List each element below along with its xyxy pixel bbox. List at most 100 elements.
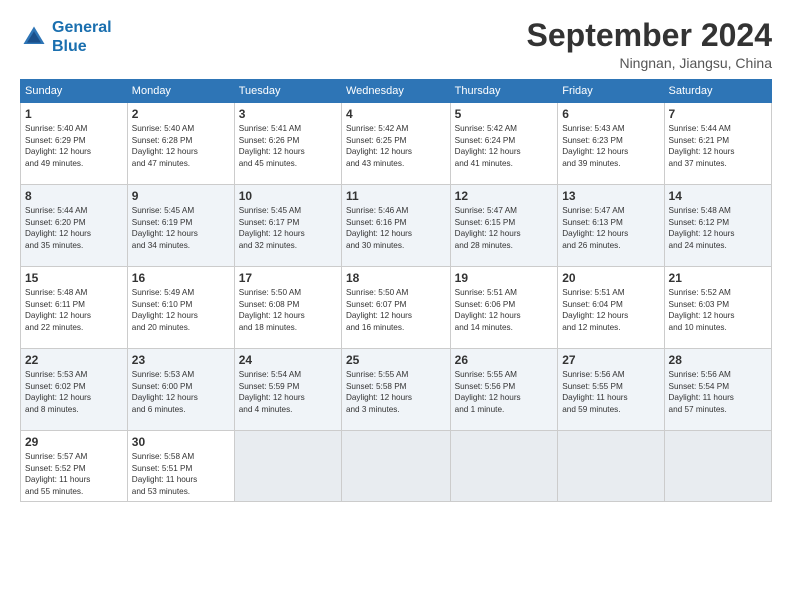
- day-info: Sunrise: 5:40 AMSunset: 6:28 PMDaylight:…: [132, 123, 230, 169]
- location: Ningnan, Jiangsu, China: [527, 55, 772, 71]
- table-row: [664, 431, 771, 502]
- day-info: Sunrise: 5:58 AMSunset: 5:51 PMDaylight:…: [132, 451, 230, 497]
- day-info: Sunrise: 5:53 AMSunset: 6:00 PMDaylight:…: [132, 369, 230, 415]
- logo: General Blue: [20, 18, 112, 56]
- table-row: 11 Sunrise: 5:46 AMSunset: 6:16 PMDayligh…: [341, 185, 450, 267]
- table-row: 17Sunrise: 5:50 AMSunset: 6:08 PMDayligh…: [234, 267, 341, 349]
- day-info: Sunrise: 5:46 AMSunset: 6:16 PMDaylight:…: [346, 205, 446, 251]
- day-info: Sunrise: 5:53 AMSunset: 6:02 PMDaylight:…: [25, 369, 123, 415]
- day-number: 6: [562, 107, 659, 121]
- col-sunday: Sunday: [21, 80, 128, 103]
- day-info: Sunrise: 5:47 AMSunset: 6:13 PMDaylight:…: [562, 205, 659, 251]
- calendar-header-row: Sunday Monday Tuesday Wednesday Thursday…: [21, 80, 772, 103]
- table-row: 26 Sunrise: 5:55 AMSunset: 5:56 PMDayligh…: [450, 349, 558, 431]
- day-number: 10: [239, 189, 337, 203]
- col-saturday: Saturday: [664, 80, 771, 103]
- table-row: 15 Sunrise: 5:48 AMSunset: 6:11 PMDayligh…: [21, 267, 128, 349]
- table-row: [450, 431, 558, 502]
- day-number: 25: [346, 353, 446, 367]
- month-title: September 2024: [527, 18, 772, 53]
- col-monday: Monday: [127, 80, 234, 103]
- table-row: [558, 431, 664, 502]
- table-row: 16Sunrise: 5:49 AMSunset: 6:10 PMDayligh…: [127, 267, 234, 349]
- day-info: Sunrise: 5:47 AMSunset: 6:15 PMDaylight:…: [455, 205, 554, 251]
- day-number: 23: [132, 353, 230, 367]
- table-row: 10 Sunrise: 5:45 AMSunset: 6:17 PMDayligh…: [234, 185, 341, 267]
- day-number: 30: [132, 435, 230, 449]
- day-info: Sunrise: 5:56 AMSunset: 5:54 PMDaylight:…: [669, 369, 767, 415]
- col-friday: Friday: [558, 80, 664, 103]
- day-number: 12: [455, 189, 554, 203]
- day-info: Sunrise: 5:50 AMSunset: 6:07 PMDaylight:…: [346, 287, 446, 333]
- day-number: 21: [669, 271, 767, 285]
- day-info: Sunrise: 5:54 AMSunset: 5:59 PMDaylight:…: [239, 369, 337, 415]
- day-number: 19: [455, 271, 554, 285]
- day-number: 7: [669, 107, 767, 121]
- day-number: 15: [25, 271, 123, 285]
- table-row: 9Sunrise: 5:45 AMSunset: 6:19 PMDaylight…: [127, 185, 234, 267]
- day-info: Sunrise: 5:44 AMSunset: 6:21 PMDaylight:…: [669, 123, 767, 169]
- logo-line1: General: [52, 19, 112, 36]
- day-number: 27: [562, 353, 659, 367]
- table-row: [234, 431, 341, 502]
- table-row: 30 Sunrise: 5:58 AMSunset: 5:51 PMDayligh…: [127, 431, 234, 502]
- day-info: Sunrise: 5:42 AMSunset: 6:24 PMDaylight:…: [455, 123, 554, 169]
- day-number: 8: [25, 189, 123, 203]
- table-row: 4Sunrise: 5:42 AMSunset: 6:25 PMDaylight…: [341, 103, 450, 185]
- table-row: 24Sunrise: 5:54 AMSunset: 5:59 PMDayligh…: [234, 349, 341, 431]
- day-info: Sunrise: 5:45 AMSunset: 6:17 PMDaylight:…: [239, 205, 337, 251]
- day-number: 2: [132, 107, 230, 121]
- day-number: 20: [562, 271, 659, 285]
- day-number: 9: [132, 189, 230, 203]
- table-row: [341, 431, 450, 502]
- day-number: 29: [25, 435, 123, 449]
- col-thursday: Thursday: [450, 80, 558, 103]
- day-info: Sunrise: 5:48 AMSunset: 6:11 PMDaylight:…: [25, 287, 123, 333]
- col-tuesday: Tuesday: [234, 80, 341, 103]
- logo-line2: Blue: [52, 38, 87, 55]
- day-info: Sunrise: 5:55 AMSunset: 5:56 PMDaylight:…: [455, 369, 554, 415]
- table-row: 18 Sunrise: 5:50 AMSunset: 6:07 PMDayligh…: [341, 267, 450, 349]
- header: General Blue September 2024 Ningnan, Jia…: [20, 18, 772, 71]
- day-info: Sunrise: 5:43 AMSunset: 6:23 PMDaylight:…: [562, 123, 659, 169]
- table-row: 13 Sunrise: 5:47 AMSunset: 6:13 PMDayligh…: [558, 185, 664, 267]
- table-row: 1 Sunrise: 5:40 AMSunset: 6:29 PMDaylight…: [21, 103, 128, 185]
- table-row: 29Sunrise: 5:57 AMSunset: 5:52 PMDayligh…: [21, 431, 128, 502]
- table-row: 12 Sunrise: 5:47 AMSunset: 6:15 PMDayligh…: [450, 185, 558, 267]
- day-number: 1: [25, 107, 123, 121]
- table-row: 27 Sunrise: 5:56 AMSunset: 5:55 PMDayligh…: [558, 349, 664, 431]
- table-row: 14 Sunrise: 5:48 AMSunset: 6:12 PMDayligh…: [664, 185, 771, 267]
- calendar-table: Sunday Monday Tuesday Wednesday Thursday…: [20, 79, 772, 502]
- day-number: 13: [562, 189, 659, 203]
- title-section: September 2024 Ningnan, Jiangsu, China: [527, 18, 772, 71]
- table-row: 20 Sunrise: 5:51 AMSunset: 6:04 PMDayligh…: [558, 267, 664, 349]
- table-row: 7 Sunrise: 5:44 AMSunset: 6:21 PMDaylight…: [664, 103, 771, 185]
- day-number: 5: [455, 107, 554, 121]
- table-row: 5 Sunrise: 5:42 AMSunset: 6:24 PMDaylight…: [450, 103, 558, 185]
- day-info: Sunrise: 5:51 AMSunset: 6:04 PMDaylight:…: [562, 287, 659, 333]
- day-info: Sunrise: 5:44 AMSunset: 6:20 PMDaylight:…: [25, 205, 123, 251]
- day-info: Sunrise: 5:55 AMSunset: 5:58 PMDaylight:…: [346, 369, 446, 415]
- day-info: Sunrise: 5:56 AMSunset: 5:55 PMDaylight:…: [562, 369, 659, 415]
- day-number: 26: [455, 353, 554, 367]
- table-row: 19Sunrise: 5:51 AMSunset: 6:06 PMDayligh…: [450, 267, 558, 349]
- day-number: 11: [346, 189, 446, 203]
- day-number: 28: [669, 353, 767, 367]
- day-number: 18: [346, 271, 446, 285]
- table-row: 21 Sunrise: 5:52 AMSunset: 6:03 PMDayligh…: [664, 267, 771, 349]
- table-row: 23 Sunrise: 5:53 AMSunset: 6:00 PMDayligh…: [127, 349, 234, 431]
- page: General Blue September 2024 Ningnan, Jia…: [0, 0, 792, 612]
- day-info: Sunrise: 5:52 AMSunset: 6:03 PMDaylight:…: [669, 287, 767, 333]
- table-row: 25 Sunrise: 5:55 AMSunset: 5:58 PMDayligh…: [341, 349, 450, 431]
- table-row: 6 Sunrise: 5:43 AMSunset: 6:23 PMDaylight…: [558, 103, 664, 185]
- day-number: 16: [132, 271, 230, 285]
- day-info: Sunrise: 5:50 AMSunset: 6:08 PMDaylight:…: [239, 287, 337, 333]
- day-info: Sunrise: 5:48 AMSunset: 6:12 PMDaylight:…: [669, 205, 767, 251]
- day-number: 14: [669, 189, 767, 203]
- logo-text: General Blue: [52, 18, 112, 56]
- day-info: Sunrise: 5:41 AMSunset: 6:26 PMDaylight:…: [239, 123, 337, 169]
- table-row: 28 Sunrise: 5:56 AMSunset: 5:54 PMDayligh…: [664, 349, 771, 431]
- day-info: Sunrise: 5:40 AMSunset: 6:29 PMDaylight:…: [25, 123, 123, 169]
- logo-icon: [20, 23, 48, 51]
- table-row: 2 Sunrise: 5:40 AMSunset: 6:28 PMDaylight…: [127, 103, 234, 185]
